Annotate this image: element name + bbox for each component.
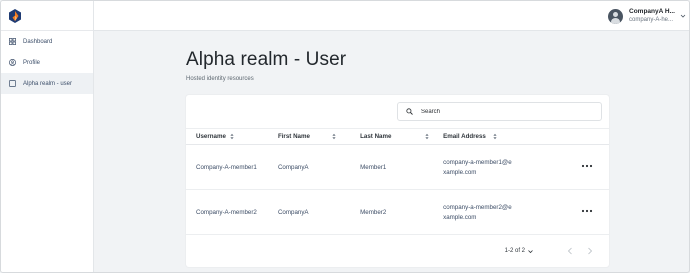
column-label: Last Name <box>360 133 392 140</box>
pagination-range-label: 1-2 of 2 <box>504 248 525 254</box>
table-header-row: Username First Name Last Name Email Addr… <box>186 128 609 145</box>
app-window: Dashboard Profile Alpha realm - user Com… <box>0 0 690 273</box>
sidebar-item-label: Dashboard <box>23 38 53 45</box>
table-row[interactable]: Company-A-member2 CompanyA Member2 compa… <box>186 189 609 235</box>
cell-first-name: CompanyA <box>277 189 361 235</box>
cell-actions <box>541 144 609 190</box>
search-input[interactable] <box>421 108 591 115</box>
cell-email: company-a-member2@example.com <box>443 189 542 235</box>
user-name: CompanyA H... <box>629 8 675 15</box>
brand-logo-icon[interactable] <box>9 9 21 23</box>
column-header-email[interactable]: Email Address <box>443 128 542 145</box>
column-label: Username <box>196 133 226 140</box>
sort-icon <box>230 133 234 140</box>
cell-actions <box>541 189 609 235</box>
users-table: Username First Name Last Name Email Addr… <box>186 128 609 235</box>
cell-first-name: CompanyA <box>277 144 361 190</box>
sidebar-item-dashboard[interactable]: Dashboard <box>1 31 93 52</box>
user-info: CompanyA H... company-A-he... <box>629 8 675 24</box>
search-box[interactable] <box>397 102 602 121</box>
main-content: Alpha realm - User Hosted identity resou… <box>94 31 689 272</box>
column-header-actions <box>541 128 609 145</box>
sidebar: Dashboard Profile Alpha realm - user <box>1 1 94 272</box>
profile-circle-icon <box>9 59 16 66</box>
previous-page-icon[interactable] <box>567 247 573 255</box>
logo-area <box>1 1 93 31</box>
users-card: Username First Name <box>186 95 609 267</box>
email-text: company-a-member1@example.com <box>443 158 512 176</box>
sidebar-item-label: Alpha realm - user <box>23 80 73 87</box>
pagination-range-dropdown[interactable]: 1-2 of 2 <box>505 248 533 254</box>
email-text: company-a-member2@example.com <box>443 203 512 221</box>
top-bar: CompanyA H... company-A-he... <box>94 1 689 31</box>
column-header-first-name[interactable]: First Name <box>277 128 361 145</box>
page-title: Alpha realm - User <box>186 49 347 70</box>
dashboard-grid-icon <box>9 38 16 45</box>
more-actions-icon[interactable] <box>581 163 593 169</box>
cell-last-name: Member2 <box>360 189 444 235</box>
sidebar-item-profile[interactable]: Profile <box>1 52 93 73</box>
user-realm: company-A-he... <box>629 17 674 23</box>
sort-icon <box>493 133 497 140</box>
column-header-username[interactable]: Username <box>186 128 278 145</box>
sidebar-item-alpha-realm-user[interactable]: Alpha realm - user <box>1 73 93 94</box>
pagination: 1-2 of 2 <box>505 247 593 255</box>
column-label: Email Address <box>443 133 486 140</box>
cell-email: company-a-member1@example.com <box>443 144 542 190</box>
column-header-last-name[interactable]: Last Name <box>360 128 444 145</box>
cell-username[interactable]: Company-A-member2 <box>186 189 278 235</box>
chevron-down-icon <box>680 14 686 18</box>
table-row[interactable]: Company-A-member1 CompanyA Member1 compa… <box>186 144 609 190</box>
square-icon <box>9 80 16 87</box>
more-actions-icon[interactable] <box>581 208 593 214</box>
sort-icon <box>425 133 430 140</box>
sidebar-nav: Dashboard Profile Alpha realm - user <box>1 31 93 94</box>
next-page-icon[interactable] <box>587 247 593 255</box>
user-menu[interactable]: CompanyA H... company-A-he... <box>608 6 686 26</box>
avatar <box>608 8 623 24</box>
caret-down-icon <box>528 249 533 253</box>
search-icon <box>406 108 413 115</box>
sort-icon <box>332 133 336 140</box>
cell-last-name: Member1 <box>360 144 444 190</box>
sidebar-item-label: Profile <box>23 59 41 66</box>
page-subtitle: Hosted identity resources <box>186 76 254 82</box>
cell-username[interactable]: Company-A-member1 <box>186 144 278 190</box>
column-label: First Name <box>277 133 310 140</box>
